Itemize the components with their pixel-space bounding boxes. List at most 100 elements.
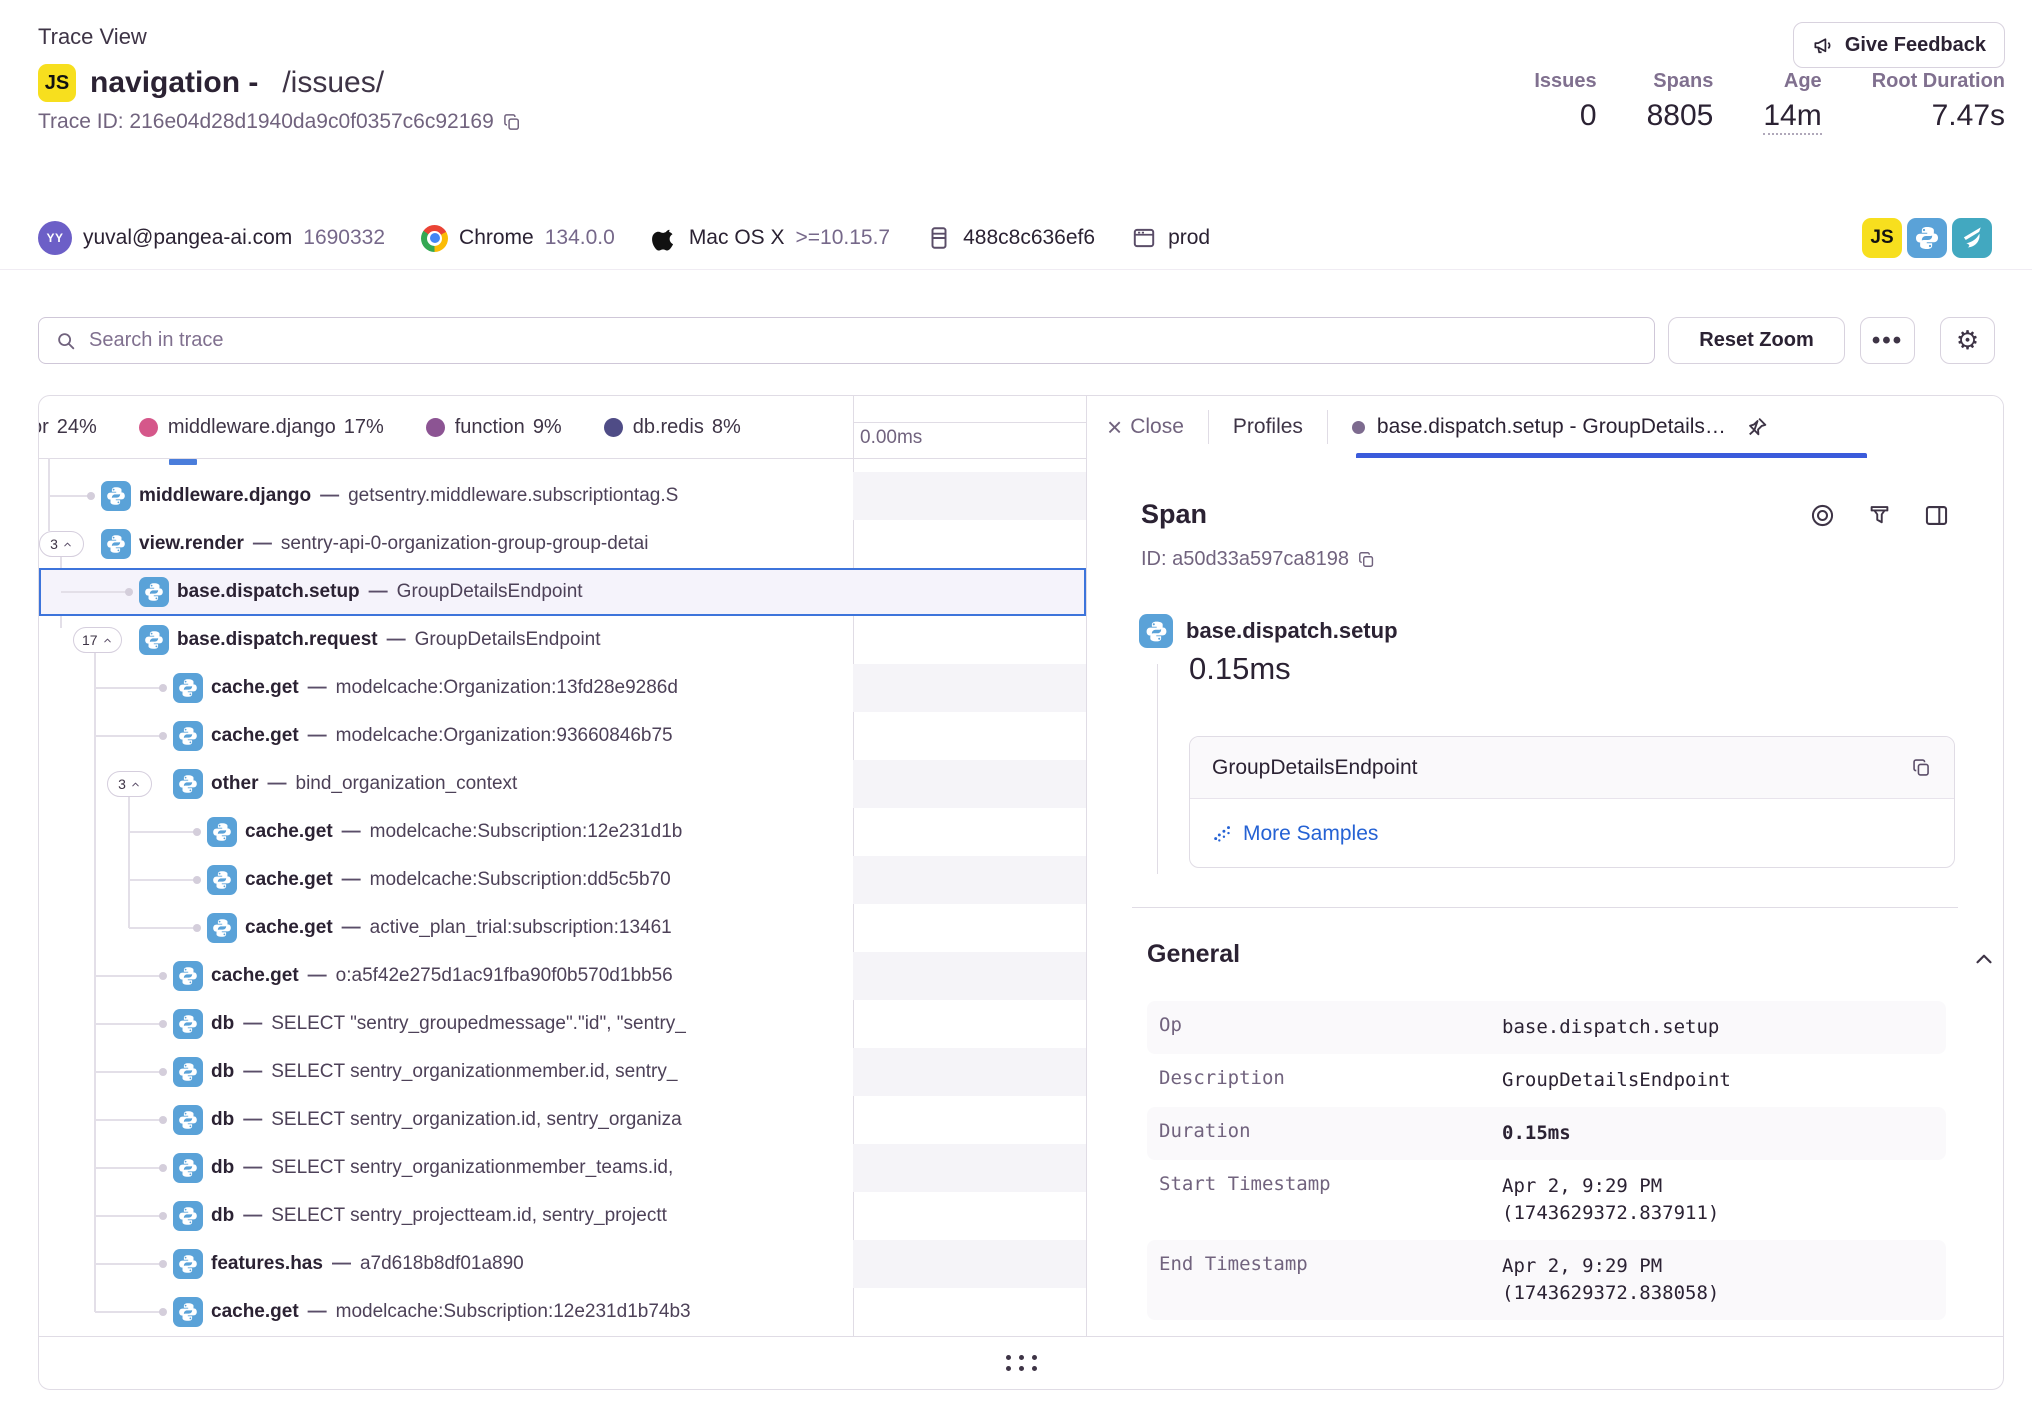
- stat-label: Issues: [1534, 70, 1596, 93]
- browser-version: 134.0.0: [545, 226, 615, 250]
- span-row[interactable]: db—SELECT sentry_organizationmember.id, …: [39, 1048, 1086, 1096]
- span-row[interactable]: cache.get—modelcache:Subscription:12e231…: [39, 808, 1086, 856]
- span-row[interactable]: features.has—a7d618b8df01a890: [39, 1240, 1086, 1288]
- span-row[interactable]: db—SELECT "sentry_groupedmessage"."id", …: [39, 1000, 1086, 1048]
- pin-tab-icon[interactable]: [1744, 415, 1769, 440]
- span-row[interactable]: cache.get—o:a5f42e275d1ac91fba90f0b570d1…: [39, 952, 1086, 1000]
- span-waterfall-cell[interactable]: [853, 1144, 1086, 1192]
- copy-icon[interactable]: [1911, 757, 1932, 778]
- span-op: cache.get: [211, 725, 299, 746]
- legend-item[interactable]: db.redis 8%: [604, 416, 741, 439]
- more-samples-link[interactable]: More Samples: [1212, 822, 1378, 846]
- tree-connector-dot: [87, 492, 95, 500]
- span-row-tree: cache.get—modelcache:Organization:936608…: [39, 712, 853, 760]
- trace-stat: Spans 8805: [1647, 70, 1714, 135]
- expand-children-pill[interactable]: 3: [39, 531, 84, 557]
- drag-handle[interactable]: [1006, 1355, 1037, 1371]
- span-waterfall-cell[interactable]: [853, 1288, 1086, 1336]
- stat-value[interactable]: 8805: [1647, 99, 1714, 133]
- span-waterfall-cell[interactable]: [853, 1192, 1086, 1240]
- copy-icon[interactable]: [502, 112, 522, 132]
- close-icon[interactable]: ×: [1107, 414, 1122, 440]
- python-span-icon: [139, 577, 169, 607]
- span-row[interactable]: cache.get—modelcache:Organization:936608…: [39, 712, 1086, 760]
- span-row[interactable]: middleware.django—getsentry.middleware.s…: [39, 472, 1086, 520]
- expand-children-pill[interactable]: 17: [73, 627, 122, 653]
- span-row-tree: db—SELECT sentry_organization.id, sentry…: [39, 1096, 853, 1144]
- tab-profiles[interactable]: Profiles: [1233, 415, 1303, 439]
- stat-value[interactable]: 14m: [1763, 99, 1821, 135]
- environment-chip: prod: [1131, 225, 1210, 251]
- span-row[interactable]: base.dispatch.setup—GroupDetailsEndpoint: [39, 568, 1086, 616]
- panel-layout-icon[interactable]: [1923, 502, 1950, 529]
- reset-zoom-button[interactable]: Reset Zoom: [1668, 317, 1845, 364]
- span-description: sentry-api-0-organization-group-group-de…: [281, 533, 649, 554]
- span-row[interactable]: cache.get—modelcache:Subscription:dd5c5b…: [39, 856, 1086, 904]
- span-waterfall-cell[interactable]: [853, 616, 1086, 664]
- python-span-icon: [173, 769, 203, 799]
- span-waterfall-cell[interactable]: [853, 952, 1086, 1000]
- span-detail-panel: × Close Profiles base.dispatch.setup - G…: [1086, 396, 2004, 1337]
- span-waterfall-cell[interactable]: [853, 904, 1086, 952]
- endpoint-title: GroupDetailsEndpoint: [1212, 756, 1417, 780]
- profile-funnel-icon[interactable]: [1866, 502, 1893, 529]
- span-row[interactable]: db—SELECT sentry_organization.id, sentry…: [39, 1096, 1086, 1144]
- expand-children-pill[interactable]: 3: [107, 771, 152, 797]
- trace-id-text: Trace ID: 216e04d28d1940da9c0f0357c6c921…: [38, 110, 494, 134]
- span-waterfall-cell[interactable]: [853, 808, 1086, 856]
- avatar: YY: [38, 221, 72, 255]
- span-op: middleware.django: [139, 485, 311, 506]
- focus-span-icon[interactable]: [1809, 502, 1836, 529]
- span-waterfall-cell[interactable]: [853, 568, 1086, 616]
- span-separator: —: [243, 1061, 262, 1082]
- settings-button[interactable]: ⚙: [1940, 317, 1995, 364]
- os-version: >=10.15.7: [796, 226, 891, 250]
- span-description: GroupDetailsEndpoint: [415, 629, 601, 650]
- span-separator: —: [320, 485, 339, 506]
- span-waterfall-cell[interactable]: [853, 712, 1086, 760]
- span-row[interactable]: 3 view.render—sentry-api-0-organization-…: [39, 520, 1086, 568]
- python-span-icon: [173, 961, 203, 991]
- tree-connector: [95, 735, 165, 737]
- span-waterfall-cell[interactable]: [853, 856, 1086, 904]
- legend-item[interactable]: or 24%: [39, 416, 97, 439]
- span-waterfall-cell[interactable]: [853, 1240, 1086, 1288]
- clipped-span-bar: [169, 459, 197, 465]
- span-row[interactable]: cache.get—modelcache:Subscription:12e231…: [39, 1288, 1086, 1336]
- span-row-tree: db—SELECT sentry_organizationmember.id, …: [39, 1048, 853, 1096]
- span-waterfall-cell[interactable]: [853, 664, 1086, 712]
- legend-item[interactable]: middleware.django 17%: [139, 416, 384, 439]
- span-waterfall-cell[interactable]: [853, 1000, 1086, 1048]
- span-waterfall-cell[interactable]: [853, 1048, 1086, 1096]
- collapse-section-icon[interactable]: [1971, 946, 1997, 972]
- copy-icon[interactable]: [1357, 550, 1376, 569]
- span-row[interactable]: db—SELECT sentry_organizationmember_team…: [39, 1144, 1086, 1192]
- span-waterfall-cell[interactable]: [853, 472, 1086, 520]
- waterfall-header: 0.00ms: [853, 396, 1086, 458]
- stat-value[interactable]: 0: [1580, 99, 1597, 133]
- tab-active-span[interactable]: base.dispatch.setup - GroupDetails…: [1352, 415, 1726, 439]
- span-row[interactable]: 17 base.dispatch.request—GroupDetailsEnd…: [39, 616, 1086, 664]
- more-options-button[interactable]: •••: [1860, 317, 1915, 364]
- search-input[interactable]: [89, 329, 1638, 352]
- span-row[interactable]: 3 other—bind_organization_context: [39, 760, 1086, 808]
- span-row-tree: 17 base.dispatch.request—GroupDetailsEnd…: [39, 616, 853, 664]
- span-row[interactable]: cache.get—active_plan_trial:subscription…: [39, 904, 1086, 952]
- legend-item[interactable]: function 9%: [426, 416, 562, 439]
- stat-value[interactable]: 7.47s: [1932, 99, 2005, 133]
- chrome-icon: [421, 225, 448, 252]
- span-op-dot: [1352, 421, 1365, 434]
- span-waterfall-cell[interactable]: [853, 1096, 1086, 1144]
- give-feedback-button[interactable]: Give Feedback: [1793, 22, 2005, 68]
- close-button[interactable]: Close: [1130, 415, 1184, 439]
- span-row-tree: middleware.django—getsentry.middleware.s…: [39, 472, 853, 520]
- span-row[interactable]: db—SELECT sentry_projectteam.id, sentry_…: [39, 1192, 1086, 1240]
- trace-search[interactable]: [38, 317, 1655, 364]
- span-waterfall-cell[interactable]: [853, 520, 1086, 568]
- tree-connector-dot: [193, 924, 201, 932]
- span-row-text: cache.get—modelcache:Organization:13fd28…: [211, 664, 678, 712]
- span-row[interactable]: cache.get—modelcache:Organization:13fd28…: [39, 664, 1086, 712]
- span-waterfall-cell[interactable]: [853, 760, 1086, 808]
- span-row-text: base.dispatch.request—GroupDetailsEndpoi…: [177, 616, 601, 664]
- browser-name: Chrome: [459, 226, 534, 250]
